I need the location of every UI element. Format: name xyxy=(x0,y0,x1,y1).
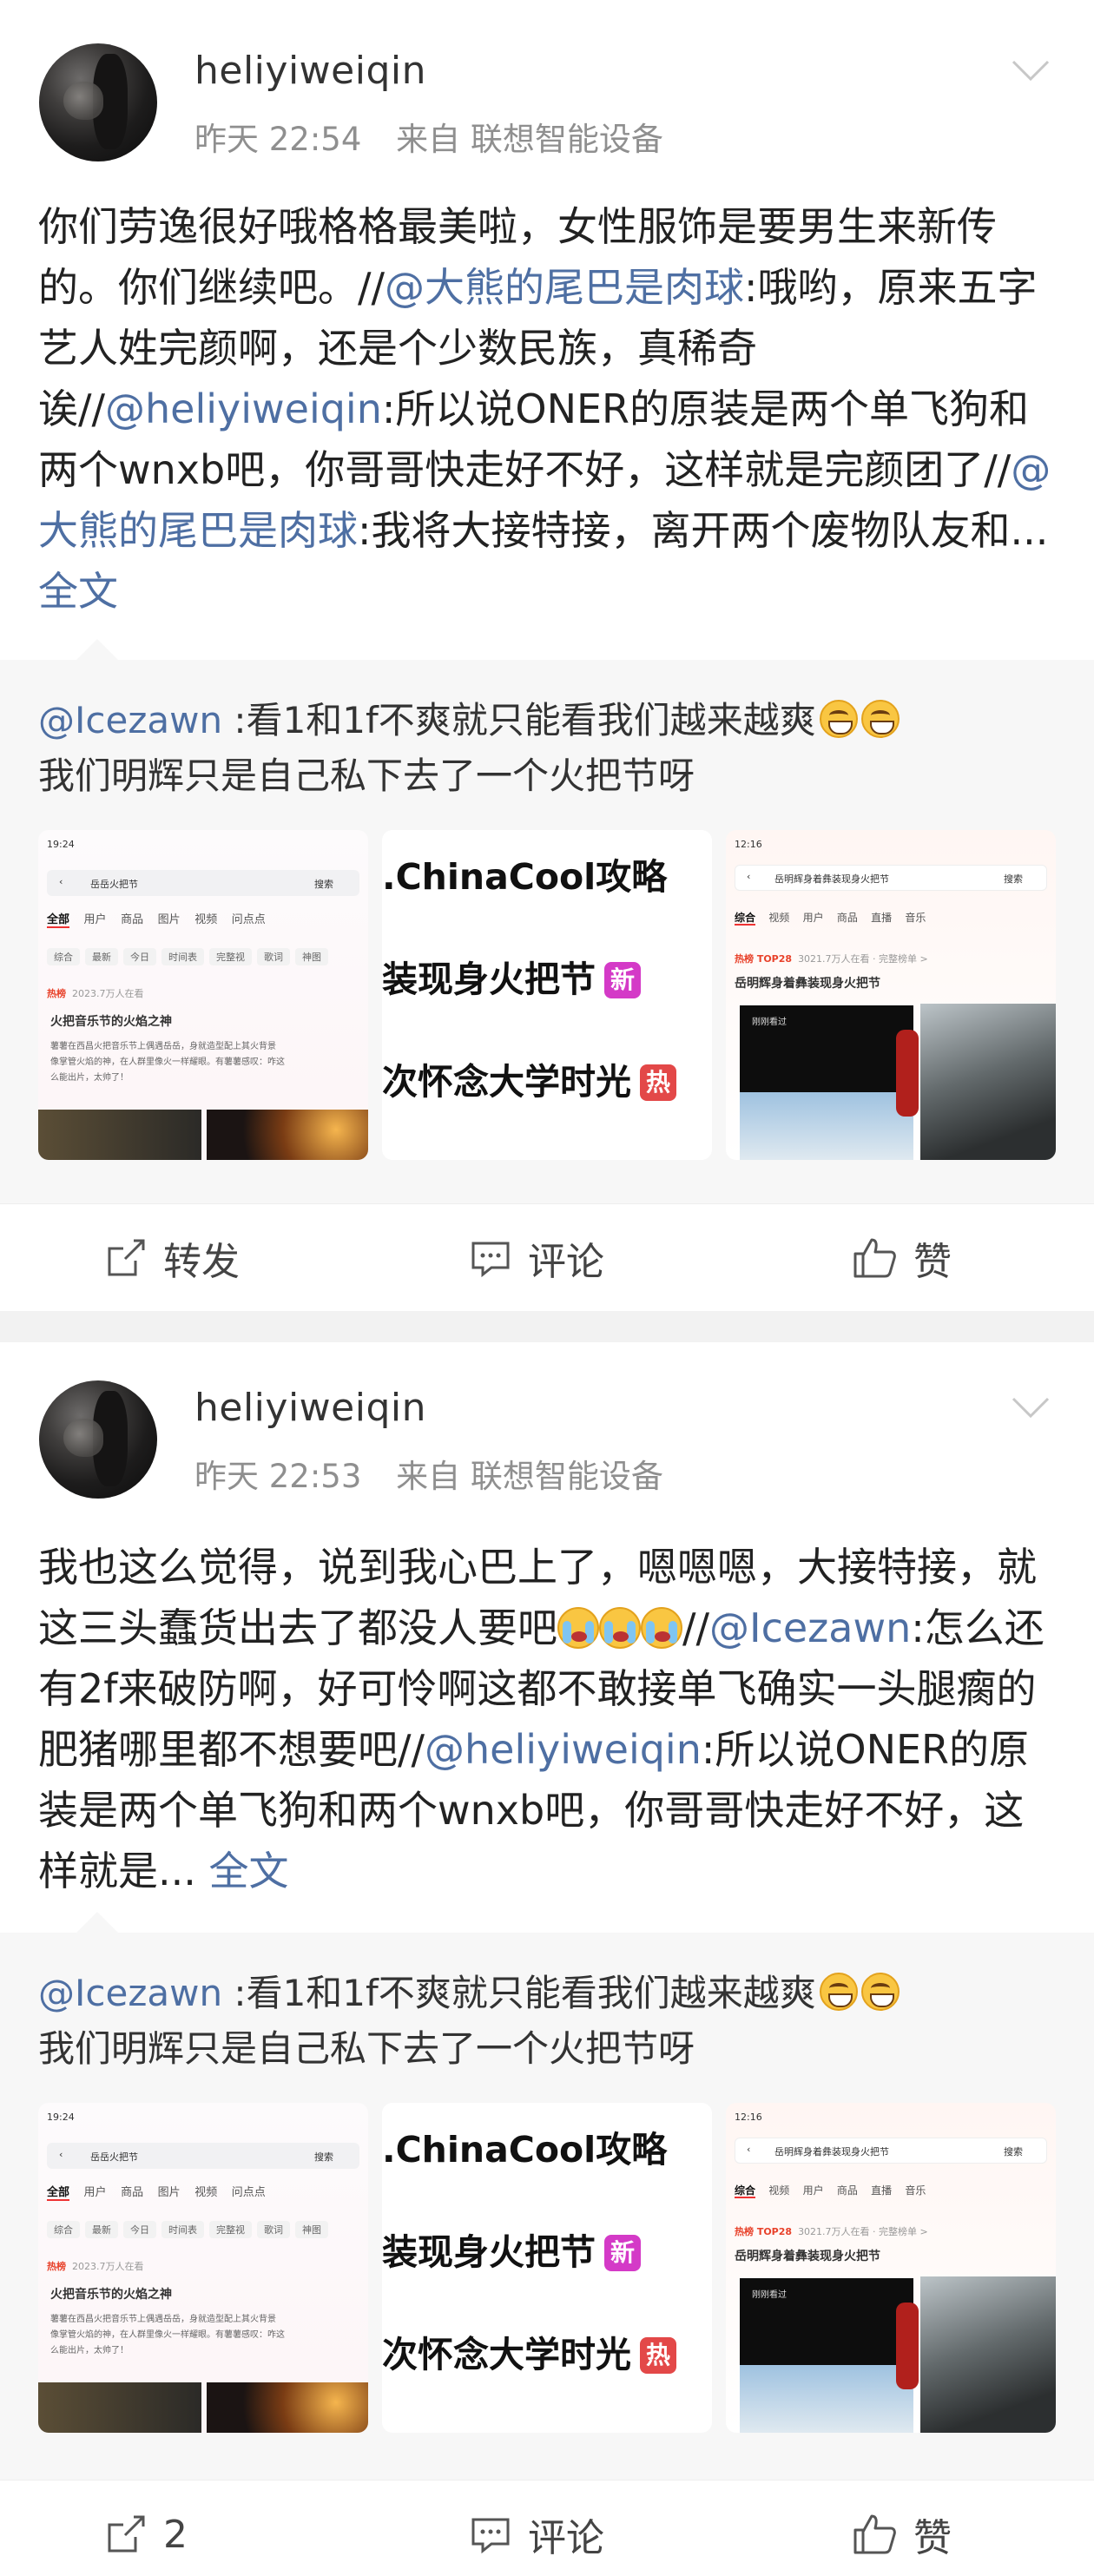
mention-link[interactable]: @heliyiweiqin xyxy=(105,385,382,432)
grin-emoji-icon xyxy=(819,700,858,738)
post-source: 来自 联想智能设备 xyxy=(396,1458,663,1495)
weibo-post[interactable]: heliyiweiqin 昨天 22:54 来自 联想智能设备 你们劳逸很好哦格… xyxy=(0,0,1094,1311)
grin-emoji-icon xyxy=(860,1973,900,2011)
comment-icon xyxy=(471,2518,510,2554)
post-time: 昨天 22:53 xyxy=(194,1458,362,1495)
avatar[interactable] xyxy=(39,1380,157,1499)
username[interactable]: heliyiweiqin xyxy=(194,1386,426,1430)
tab-row-image: 全部 用户 商品 图片 视频 问点点 xyxy=(47,913,266,928)
search-query: 岳岳火把节 xyxy=(90,879,138,890)
grin-emoji-icon xyxy=(819,1973,858,2011)
like-button[interactable]: 赞 xyxy=(851,2480,952,2576)
image-thumb-2[interactable]: .ChinaCool攻略 装现身火把节新 次怀念大学时光热 xyxy=(382,2103,712,2433)
feed-divider xyxy=(0,1311,1094,1342)
new-badge: 新 xyxy=(604,2235,641,2271)
image-grid: 19:24 ‹ 岳岳火把节 搜索 全部 用户 商品 图片 视频 问点点 综合 最新… xyxy=(38,2103,1056,2441)
like-button[interactable]: 赞 xyxy=(851,1204,952,1312)
grin-emoji-icon xyxy=(860,700,900,738)
weibo-post[interactable]: heliyiweiqin 昨天 22:53 来自 联想智能设备 我也这么觉得，说… xyxy=(0,1342,1094,2576)
mention-link[interactable]: @Icezawn xyxy=(38,1972,222,2014)
post-source: 来自 联想智能设备 xyxy=(396,121,663,158)
post-body: 你们劳逸很好哦格格最美啦，女性服饰是要男生来新传的。你们继续吧。//@大熊的尾巴… xyxy=(38,196,1059,622)
body-text-segment: :我将大接特接，离开两个废物队友和... xyxy=(358,507,1049,554)
hot-badge: 热 xyxy=(640,2337,676,2374)
image-thumb-2[interactable]: .ChinaCool攻略 装现身火把节新 次怀念大学时光热 xyxy=(382,830,712,1160)
repost-button[interactable]: 2 xyxy=(104,2480,188,2576)
post-time: 昨天 22:54 xyxy=(194,121,362,158)
image-text-line: .ChinaCool攻略 xyxy=(382,856,668,898)
image-grid: 19:24 ‹ 岳岳火把节 搜索 全部 用户 商品 图片 视频 问点点 综合 最新… xyxy=(38,830,1056,1169)
search-button-image: 搜索 xyxy=(314,879,333,890)
comment-button[interactable]: 评论 xyxy=(469,1204,604,1312)
image-thumb-3[interactable]: 12:16 ‹ 岳明辉身着彝装现身火把节 搜索 综合 视频 用户 商品 直播 音… xyxy=(726,2103,1056,2433)
read-more-link[interactable]: 全文 xyxy=(209,1848,289,1894)
body-text-segment: // xyxy=(682,1604,709,1651)
crying-emoji-icon xyxy=(641,1607,682,1649)
status-time: 19:24 xyxy=(47,839,75,850)
action-bar: 2 评论 赞 xyxy=(0,2480,1094,2576)
chip-row-image: 综合 最新 今日 时间表 完整视 歌词 神图 xyxy=(47,948,333,965)
retweet-text: @Icezawn :看1和1f不爽就只能看我们越来越爽 我们明辉只是自己私下去了… xyxy=(38,1966,1059,2077)
thumbs-up-icon xyxy=(853,2514,896,2554)
retweet-text: @Icezawn :看1和1f不爽就只能看我们越来越爽 我们明辉只是自己私下去了… xyxy=(38,693,1059,804)
chevron-down-icon[interactable] xyxy=(1011,57,1051,83)
thumbs-up-icon xyxy=(853,1238,896,1278)
retweet-line2: 我们明辉只是自己私下去了一个火把节呀 xyxy=(38,2027,695,2070)
mention-link[interactable]: @大熊的尾巴是肉球 xyxy=(385,264,744,311)
post-meta: 昨天 22:54 来自 联想智能设备 xyxy=(194,113,688,160)
retweet-card[interactable]: @Icezawn :看1和1f不爽就只能看我们越来越爽 我们明辉只是自己私下去了… xyxy=(0,639,1094,1203)
repost-button[interactable]: 转发 xyxy=(104,1204,240,1312)
image-thumb-1[interactable]: 19:24 ‹ 岳岳火把节 搜索 全部 用户 商品 图片 视频 问点点 综合 最新… xyxy=(38,830,368,1160)
retweet-card[interactable]: @Icezawn :看1和1f不爽就只能看我们越来越爽 我们明辉只是自己私下去了… xyxy=(0,1912,1094,2480)
retweet-line1: :看1和1f不爽就只能看我们越来越爽 xyxy=(222,699,816,741)
comment-button[interactable]: 评论 xyxy=(469,2480,604,2576)
image-thumb-3[interactable]: 12:16 ‹ 岳明辉身着彝装现身火把节 搜索 综合 视频 用户 商品 直播 音… xyxy=(726,830,1056,1160)
back-icon: ‹ xyxy=(59,876,63,887)
mention-link[interactable]: @heliyiweiqin xyxy=(425,1726,702,1773)
mention-link[interactable]: @Icezawn xyxy=(38,699,222,741)
crying-emoji-icon xyxy=(599,1607,641,1649)
hot-badge: 热 xyxy=(640,1064,676,1101)
chevron-down-icon[interactable] xyxy=(1011,1394,1051,1420)
retweet-line2: 我们明辉只是自己私下去了一个火把节呀 xyxy=(38,754,695,797)
image-thumb-1[interactable]: 19:24 ‹ 岳岳火把节 搜索 全部 用户 商品 图片 视频 问点点 综合 最新… xyxy=(38,2103,368,2433)
post-body: 我也这么觉得，说到我心巴上了，嗯嗯嗯，大接特接，就这三头蠢货出去了都没人要吧//… xyxy=(38,1537,1059,1901)
retweet-line1: :看1和1f不爽就只能看我们越来越爽 xyxy=(222,1972,816,2014)
crying-emoji-icon xyxy=(557,1607,599,1649)
share-icon xyxy=(108,1239,145,1276)
username[interactable]: heliyiweiqin xyxy=(194,49,426,93)
avatar[interactable] xyxy=(39,43,157,161)
image-title: 火把音乐节的火焰之神 xyxy=(50,1015,172,1029)
post-meta: 昨天 22:53 来自 联想智能设备 xyxy=(194,1450,688,1497)
mention-link[interactable]: @Icezawn xyxy=(709,1604,911,1651)
share-icon xyxy=(108,2515,145,2553)
action-bar: 转发 评论 赞 xyxy=(0,1203,1094,1311)
comment-icon xyxy=(471,1242,510,1278)
repost-count: 2 xyxy=(163,2512,188,2557)
new-badge: 新 xyxy=(604,962,641,998)
read-more-link[interactable]: 全文 xyxy=(38,568,118,615)
